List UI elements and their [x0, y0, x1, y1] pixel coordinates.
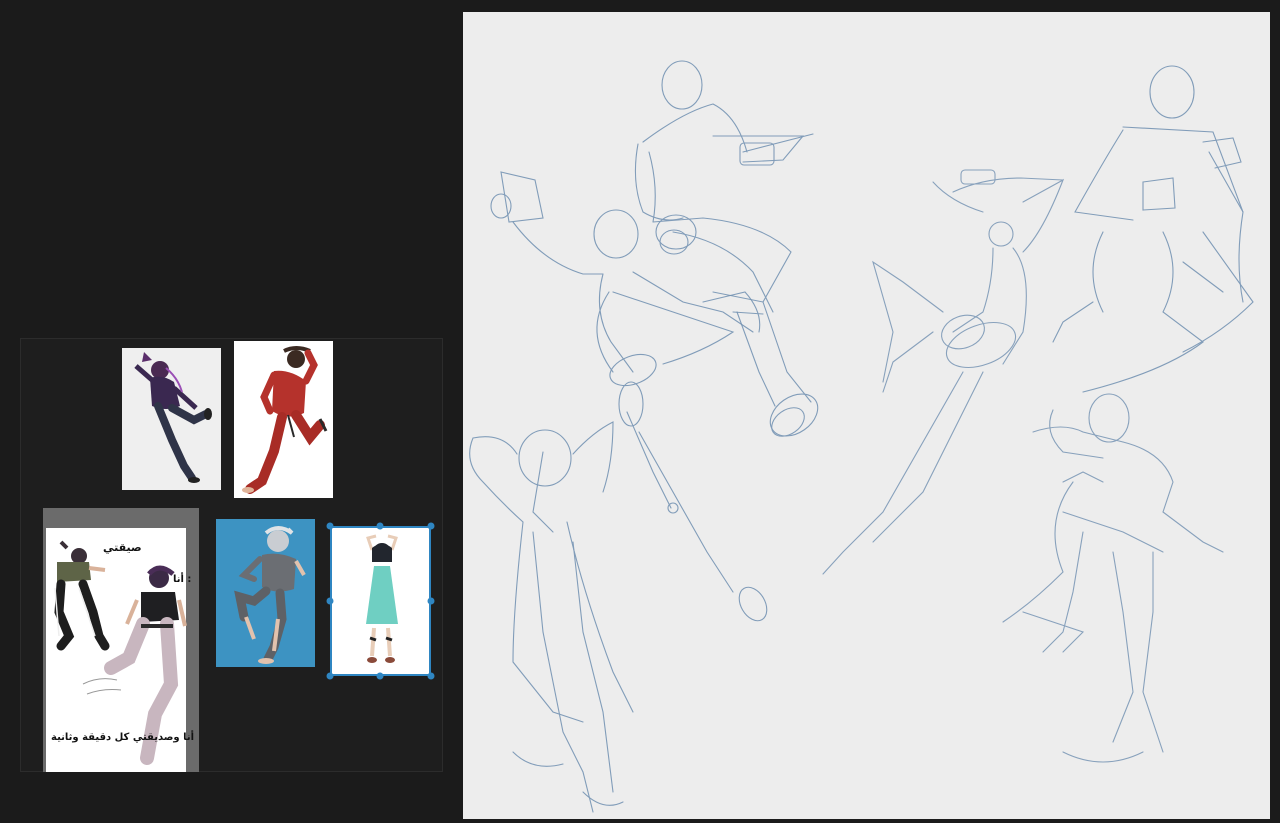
reference-image-comic-page[interactable]: صيقتي : أنا أنا وصديقتي كل دقيقة وثانية — [43, 508, 199, 772]
reference-board[interactable]: صيقتي : أنا أنا وصديقتي كل دقيقة وثانية — [20, 338, 443, 772]
reference-image-purple-jacket[interactable] — [122, 348, 221, 490]
drawing-canvas[interactable] — [463, 12, 1270, 819]
sketch-figure-kicking — [822, 169, 1065, 575]
sketch-figure-jumping — [634, 60, 819, 437]
sketch-figure-crouching — [1002, 393, 1224, 763]
grey-hair-figure — [234, 526, 306, 664]
selection-handle-top-left[interactable] — [326, 522, 334, 530]
purple-jacket-figure — [134, 352, 212, 483]
reference-image-grey-hair[interactable] — [216, 519, 315, 667]
selection-handle-bottom-right[interactable] — [427, 672, 435, 680]
red-outfit-figure — [242, 346, 328, 494]
selection-handle-bottom-middle[interactable] — [376, 672, 384, 680]
selection-frame[interactable] — [330, 526, 431, 676]
sketch-figure-reaching — [490, 171, 768, 622]
selection-handle-middle-right[interactable] — [427, 597, 435, 605]
comic-text-top: صيقتي — [103, 541, 142, 554]
selection-handle-middle-left[interactable] — [326, 597, 334, 605]
sketch-figure-standing-arms-up — [469, 421, 634, 813]
comic-text-bottom: أنا وصديقتي كل دقيقة وثانية — [51, 732, 195, 743]
sketch-figure-leaping — [1052, 65, 1254, 393]
selection-handle-bottom-left[interactable] — [326, 672, 334, 680]
selection-handle-top-right[interactable] — [427, 522, 435, 530]
reference-image-red-outfit[interactable] — [234, 341, 333, 498]
comic-text-side: : أنا — [173, 574, 192, 585]
gesture-sketch — [469, 60, 1254, 813]
selection-handle-top-middle[interactable] — [376, 522, 384, 530]
